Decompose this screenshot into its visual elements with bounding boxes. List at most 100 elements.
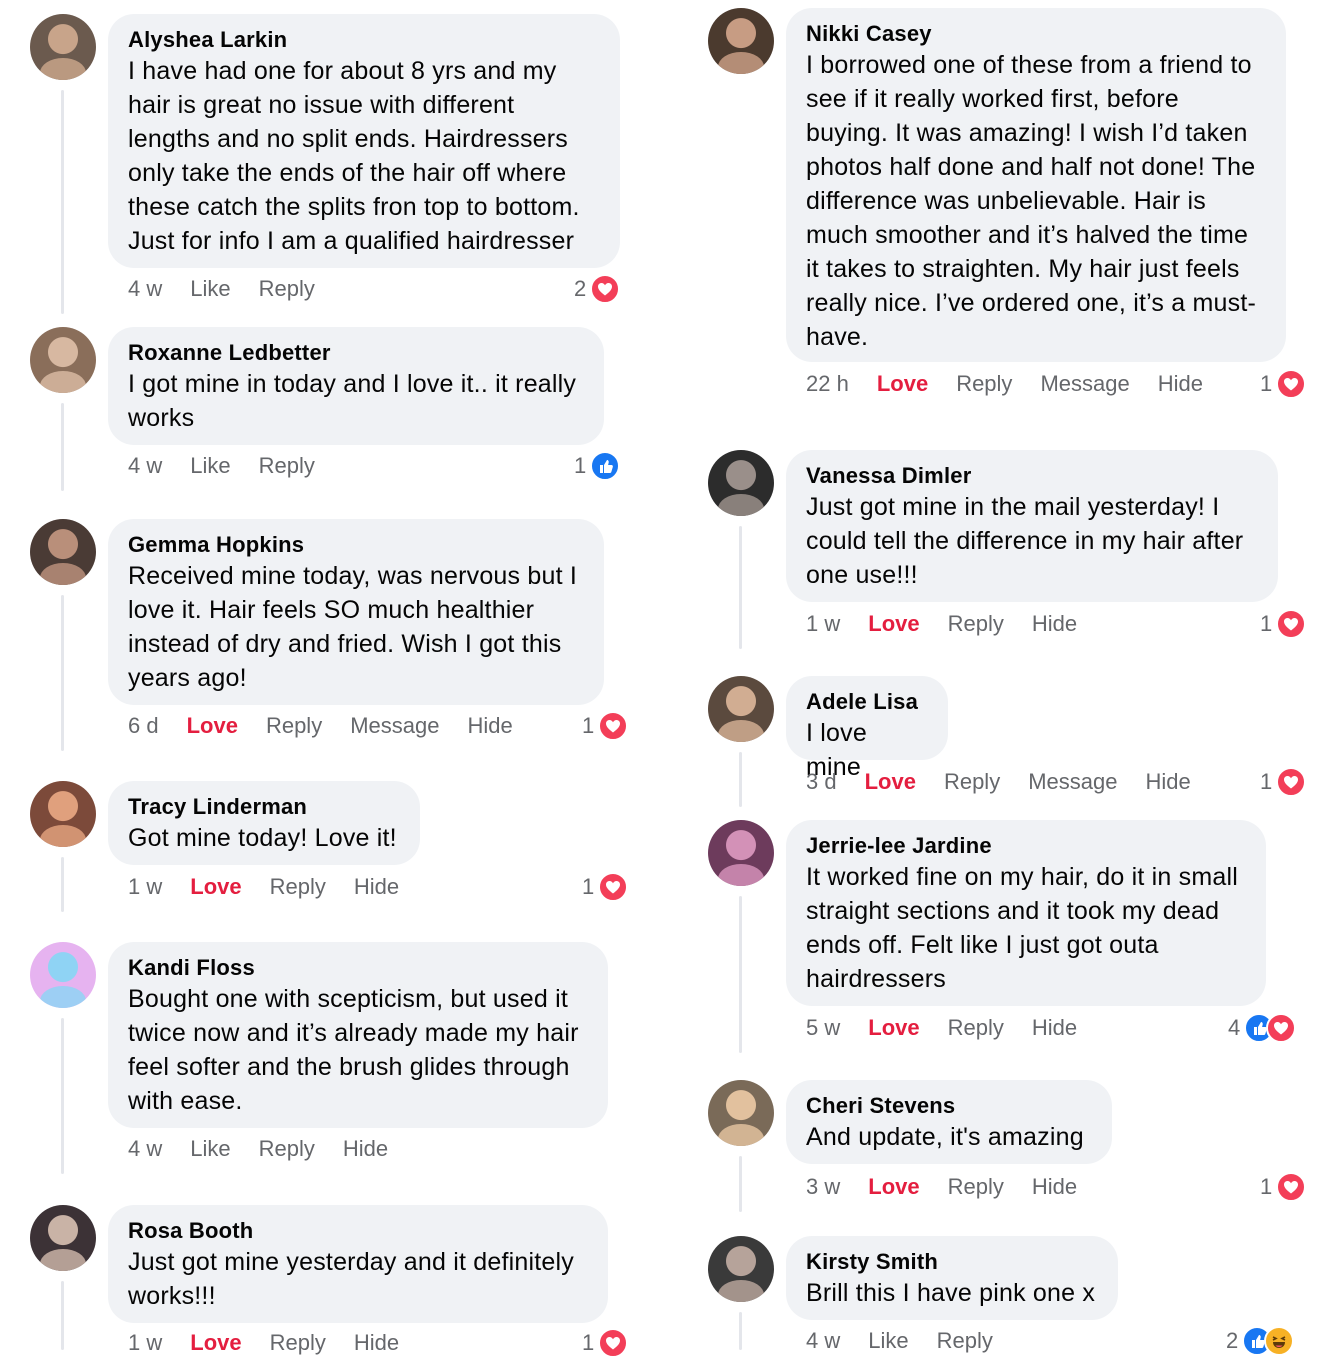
timestamp[interactable]: 6 d: [128, 713, 159, 739]
timestamp[interactable]: 1 w: [128, 874, 162, 900]
commenter-name[interactable]: Nikki Casey: [806, 20, 1266, 48]
love-button[interactable]: Love: [190, 874, 241, 900]
love-button[interactable]: Love: [868, 1015, 919, 1041]
avatar[interactable]: [30, 14, 96, 80]
reply-button[interactable]: Reply: [948, 1174, 1004, 1200]
comment-bubble[interactable]: Jerrie-lee Jardine It worked fine on my h…: [786, 820, 1266, 1006]
hide-button[interactable]: Hide: [1158, 371, 1203, 397]
like-button[interactable]: Like: [868, 1328, 908, 1354]
message-button[interactable]: Message: [1040, 371, 1129, 397]
reaction-summary[interactable]: 2: [574, 274, 621, 304]
comment-bubble[interactable]: Tracy Linderman Got mine today! Love it!: [108, 781, 420, 865]
reaction-summary[interactable]: 1: [582, 872, 629, 902]
commenter-name[interactable]: Roxanne Ledbetter: [128, 339, 584, 367]
reply-button[interactable]: Reply: [948, 1015, 1004, 1041]
timestamp[interactable]: 3 d: [806, 769, 837, 795]
reply-button[interactable]: Reply: [259, 276, 315, 302]
avatar[interactable]: [30, 519, 96, 585]
comment-bubble[interactable]: Gemma Hopkins Received mine today, was ne…: [108, 519, 604, 705]
hide-button[interactable]: Hide: [354, 1330, 399, 1356]
commenter-name[interactable]: Tracy Linderman: [128, 793, 400, 821]
like-button[interactable]: Like: [190, 453, 230, 479]
reply-button[interactable]: Reply: [956, 371, 1012, 397]
hide-button[interactable]: Hide: [354, 874, 399, 900]
hide-button[interactable]: Hide: [343, 1136, 388, 1162]
commenter-name[interactable]: Adele Lisa: [806, 688, 928, 716]
reply-button[interactable]: Reply: [937, 1328, 993, 1354]
reply-button[interactable]: Reply: [259, 1136, 315, 1162]
timestamp[interactable]: 4 w: [128, 1136, 162, 1162]
reaction-summary[interactable]: 1: [582, 711, 629, 741]
comment-bubble[interactable]: Alyshea Larkin I have had one for about 8…: [108, 14, 620, 268]
avatar[interactable]: [708, 8, 774, 74]
avatar[interactable]: [708, 820, 774, 886]
commenter-name[interactable]: Rosa Booth: [128, 1217, 588, 1245]
reply-button[interactable]: Reply: [948, 611, 1004, 637]
hide-button[interactable]: Hide: [467, 713, 512, 739]
like-button[interactable]: Like: [190, 276, 230, 302]
hide-button[interactable]: Hide: [1032, 1174, 1077, 1200]
comment: Kirsty Smith Brill this I have pink one x…: [678, 1236, 1298, 1366]
commenter-name[interactable]: Kirsty Smith: [806, 1248, 1098, 1276]
timestamp[interactable]: 22 h: [806, 371, 849, 397]
commenter-name[interactable]: Jerrie-lee Jardine: [806, 832, 1246, 860]
commenter-name[interactable]: Kandi Floss: [128, 954, 588, 982]
timestamp[interactable]: 4 w: [128, 453, 162, 479]
message-button[interactable]: Message: [1028, 769, 1117, 795]
comment-bubble[interactable]: Kirsty Smith Brill this I have pink one x: [786, 1236, 1118, 1320]
reaction-summary[interactable]: 4: [1228, 1013, 1297, 1043]
reaction-summary[interactable]: 1: [582, 1328, 629, 1358]
hide-button[interactable]: Hide: [1145, 769, 1190, 795]
love-button[interactable]: Love: [868, 1174, 919, 1200]
comment-bubble[interactable]: Rosa Booth Just got mine yesterday and it…: [108, 1205, 608, 1323]
avatar[interactable]: [30, 781, 96, 847]
timestamp[interactable]: 4 w: [806, 1328, 840, 1354]
reaction-summary[interactable]: 1: [1260, 767, 1307, 797]
comment-bubble[interactable]: Kandi Floss Bought one with scepticism, b…: [108, 942, 608, 1128]
avatar[interactable]: [30, 327, 96, 393]
commenter-name[interactable]: Cheri Stevens: [806, 1092, 1092, 1120]
timestamp[interactable]: 1 w: [806, 611, 840, 637]
reply-button[interactable]: Reply: [944, 769, 1000, 795]
commenter-name[interactable]: Alyshea Larkin: [128, 26, 600, 54]
hide-button[interactable]: Hide: [1032, 611, 1077, 637]
avatar[interactable]: [708, 1080, 774, 1146]
avatar[interactable]: [708, 1236, 774, 1302]
message-button[interactable]: Message: [350, 713, 439, 739]
hide-button[interactable]: Hide: [1032, 1015, 1077, 1041]
reaction-summary[interactable]: 1: [1260, 369, 1307, 399]
avatar[interactable]: [30, 1205, 96, 1271]
timestamp[interactable]: 3 w: [806, 1174, 840, 1200]
comment-bubble[interactable]: Cheri Stevens And update, it's amazing: [786, 1080, 1112, 1164]
reaction-summary[interactable]: 1: [1260, 1172, 1307, 1202]
comment-text-line: years ago!: [128, 664, 247, 692]
reply-button[interactable]: Reply: [259, 453, 315, 479]
comment: Jerrie-lee Jardine It worked fine on my h…: [678, 820, 1298, 1053]
reaction-summary[interactable]: 1: [1260, 609, 1307, 639]
timestamp[interactable]: 4 w: [128, 276, 162, 302]
avatar[interactable]: [708, 450, 774, 516]
comment-bubble[interactable]: Nikki Casey I borrowed one of these from …: [786, 8, 1286, 362]
reply-button[interactable]: Reply: [266, 713, 322, 739]
comment-text-line: I have had one for about 8 yrs and my: [128, 57, 557, 85]
love-button[interactable]: Love: [877, 371, 928, 397]
reaction-summary[interactable]: 1: [574, 451, 621, 481]
love-button[interactable]: Love: [190, 1330, 241, 1356]
love-button[interactable]: Love: [865, 769, 916, 795]
reply-button[interactable]: Reply: [270, 874, 326, 900]
like-button[interactable]: Like: [190, 1136, 230, 1162]
avatar[interactable]: [30, 942, 96, 1008]
commenter-name[interactable]: Vanessa Dimler: [806, 462, 1258, 490]
timestamp[interactable]: 1 w: [128, 1330, 162, 1356]
love-button[interactable]: Love: [187, 713, 238, 739]
avatar[interactable]: [708, 676, 774, 742]
comment-text-line: Bought one with scepticism, but used it: [128, 985, 568, 1013]
comment-bubble[interactable]: Adele Lisa I love mine: [786, 676, 948, 781]
comment-bubble[interactable]: Vanessa Dimler Just got mine in the mail …: [786, 450, 1278, 602]
reply-button[interactable]: Reply: [270, 1330, 326, 1356]
timestamp[interactable]: 5 w: [806, 1015, 840, 1041]
thread-line: [739, 1156, 742, 1212]
love-button[interactable]: Love: [868, 611, 919, 637]
comment-bubble[interactable]: Roxanne Ledbetter I got mine in today and…: [108, 327, 604, 445]
commenter-name[interactable]: Gemma Hopkins: [128, 531, 584, 559]
